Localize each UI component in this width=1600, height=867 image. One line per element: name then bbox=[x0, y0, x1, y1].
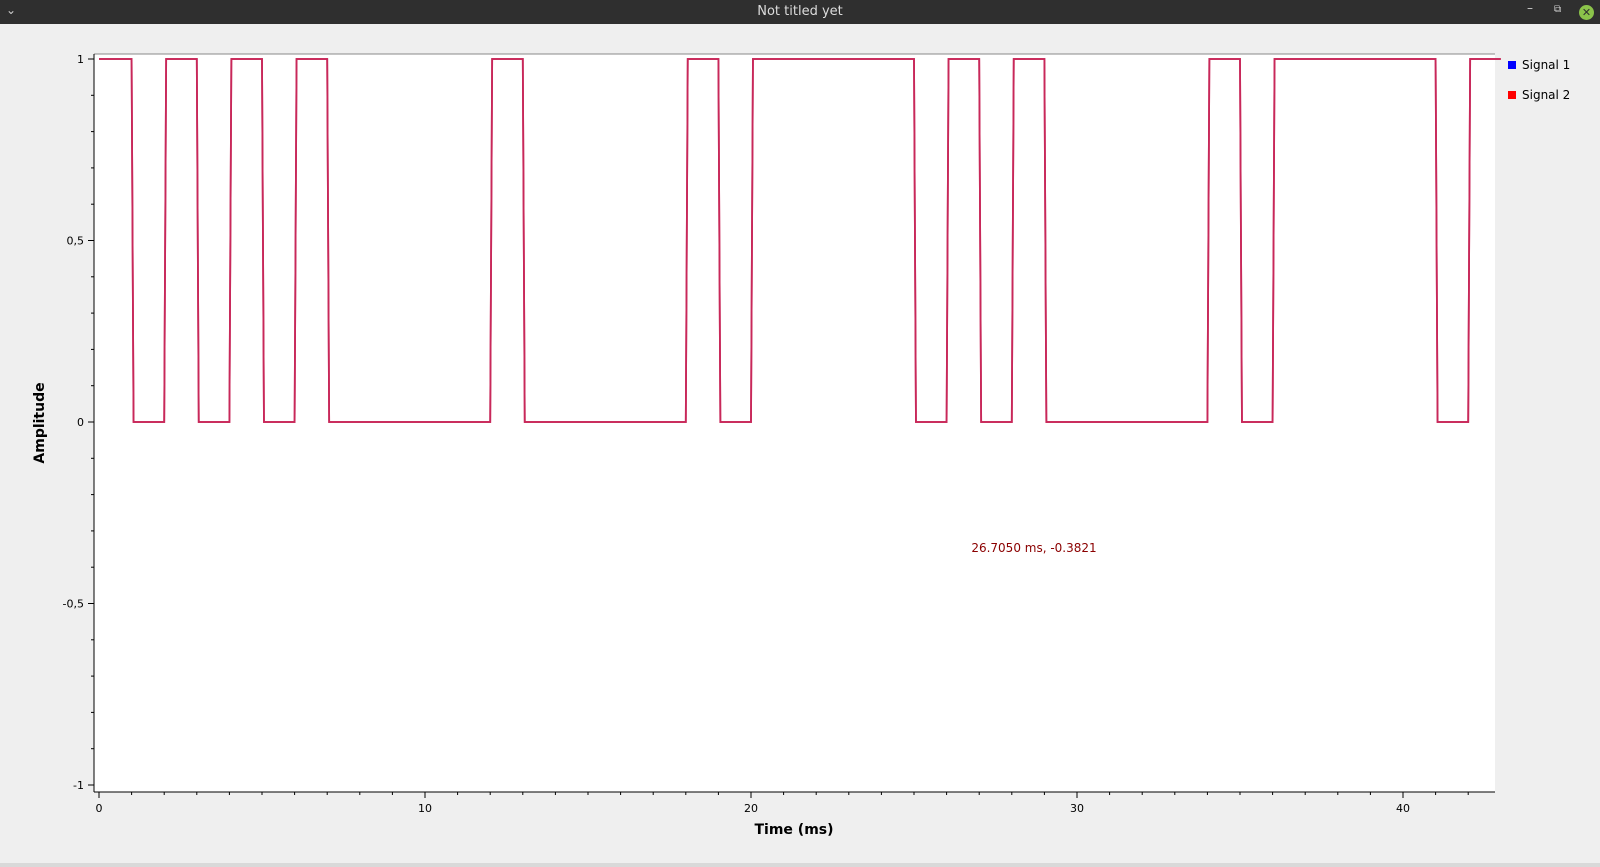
legend-label: Signal 2 bbox=[1522, 88, 1570, 102]
plot-canvas[interactable]: 1 0,5 0 -0,5 -1 0 10 20 30 40 Amplitude Time (ms)… bbox=[0, 0, 1600, 863]
legend-swatch bbox=[1508, 91, 1516, 99]
x-tick-label: 10 bbox=[418, 802, 432, 815]
cursor-readout: 26.7050 ms, -0.3821 bbox=[971, 541, 1096, 555]
y-tick-label: 1 bbox=[77, 53, 84, 66]
x-tick-label: 40 bbox=[1396, 802, 1410, 815]
y-tick-label: -1 bbox=[73, 779, 84, 792]
y-tick-label: 0 bbox=[77, 416, 84, 429]
plot-area[interactable] bbox=[94, 54, 1495, 792]
window-bottom-edge bbox=[0, 863, 1600, 867]
y-tick-label: 0,5 bbox=[67, 235, 85, 248]
legend-label: Signal 1 bbox=[1522, 58, 1570, 72]
x-axis-title: Time (ms) bbox=[754, 822, 833, 838]
y-tick-label: -0,5 bbox=[63, 598, 84, 611]
x-tick-label: 20 bbox=[744, 802, 758, 815]
x-tick-label: 30 bbox=[1070, 802, 1084, 815]
y-axis-title: Amplitude bbox=[32, 382, 48, 463]
x-tick-label: 0 bbox=[96, 802, 103, 815]
legend-swatch bbox=[1508, 61, 1516, 69]
legend: Signal 1 Signal 2 bbox=[1508, 58, 1570, 102]
